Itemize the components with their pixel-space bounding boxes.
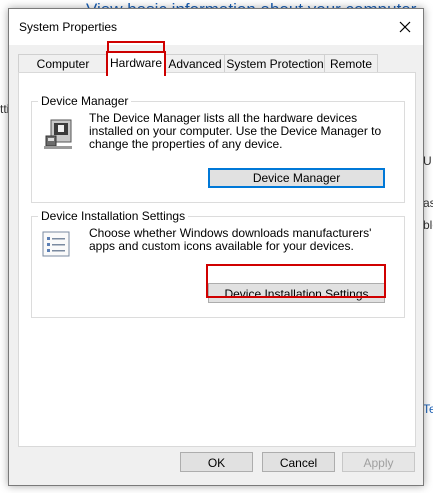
device-installation-group-title: Device Installation Settings	[38, 209, 189, 223]
tab-remote[interactable]: Remote	[324, 54, 378, 73]
device-manager-group: Device Manager The Device Manager lists …	[31, 94, 405, 203]
tab-hardware[interactable]: Hardware	[106, 51, 166, 76]
apply-button[interactable]: Apply	[342, 452, 415, 472]
tab-advanced[interactable]: Advanced	[164, 54, 226, 73]
tab-system-protection[interactable]: System Protection	[224, 54, 326, 73]
close-icon	[399, 21, 411, 33]
background-fragment-right-1: U @	[423, 154, 433, 168]
settings-list-icon	[42, 231, 70, 257]
dialog-title: System Properties	[19, 20, 118, 34]
background-link-right[interactable]: Te	[423, 402, 433, 416]
ok-button[interactable]: OK	[180, 452, 253, 472]
hardware-tab-panel: Device Manager The Device Manager lists …	[18, 72, 416, 447]
tab-computer-name[interactable]: Computer Name	[18, 54, 108, 89]
close-button[interactable]	[387, 9, 423, 45]
device-manager-group-title: Device Manager	[38, 94, 132, 108]
device-manager-description: The Device Manager lists all the hardwar…	[89, 111, 382, 151]
system-properties-dialog: System Properties Computer Name Hardware…	[8, 8, 424, 486]
device-installation-settings-button[interactable]: Device Installation Settings	[208, 283, 385, 303]
cancel-button[interactable]: Cancel	[262, 452, 335, 472]
background-fragment-right-3: ase	[423, 196, 433, 210]
device-installation-description: Choose whether Windows downloads manufac…	[89, 226, 372, 253]
device-manager-button[interactable]: Device Manager	[208, 168, 385, 188]
device-manager-icon	[42, 116, 78, 152]
title-bar[interactable]: System Properties	[9, 9, 423, 45]
background-fragment-right-2: ble	[423, 218, 433, 232]
device-installation-group: Device Installation Settings Choose whet…	[31, 209, 405, 318]
